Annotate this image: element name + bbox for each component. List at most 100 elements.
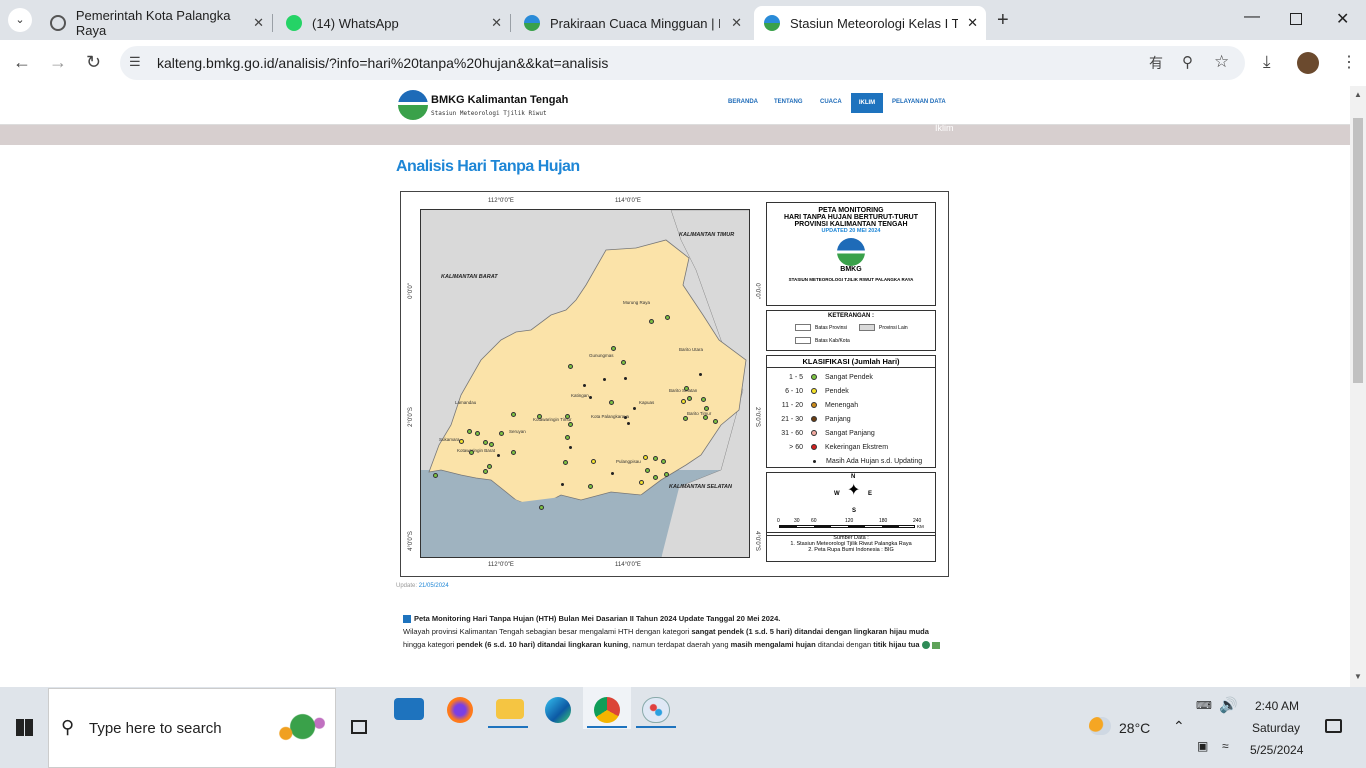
lat-label-2-left: 2°0'0"S [407,407,414,427]
page-scrollbar[interactable]: ▲ ▼ [1350,86,1366,687]
keterangan-box: KETERANGAN : Batas Provinsi Provinsi Lai… [766,310,936,351]
edge-app-icon[interactable] [545,697,571,723]
station-marker [701,397,706,402]
station-marker [588,484,593,489]
keterangan-title: KETERANGAN : [828,313,874,319]
sumber-box: Sumber Data : 1. Stasiun Meteorologi Tji… [766,532,936,562]
clock-day[interactable]: Saturday [1252,721,1300,735]
nav-pelayanan-data[interactable]: PELAYANAN DATA [892,99,946,105]
search-placeholder: Type here to search [89,720,222,737]
menu-icon[interactable]: ⋮ [1341,52,1357,72]
nav-iklim[interactable]: IKLIM [851,93,883,113]
site-header: BMKG Kalimantan Tengah Stasiun Meteorolo… [0,86,1350,125]
chrome-app-icon [594,697,620,723]
nav-tentang[interactable]: TENTANG [774,99,803,105]
minimize-button[interactable]: — [1244,8,1260,26]
map-image[interactable]: KALIMANTAN BARAT KALIMANTAN TIMUR KALIMA… [400,191,949,577]
station-marker [467,429,472,434]
zoom-icon[interactable]: ⚲ [1182,53,1193,71]
lat-label-0-left: 0°0'0" [407,283,414,299]
place-label: Lamandau [455,400,477,405]
close-icon[interactable]: ✕ [491,15,502,31]
klas-marker-icon [811,416,817,422]
tab-whatsapp[interactable]: (14) WhatsApp ✕ [276,6,511,40]
profile-avatar[interactable] [1297,52,1319,74]
globe-icon [50,15,66,31]
weather-icon[interactable] [1089,717,1111,735]
forward-icon[interactable]: → [49,52,67,73]
task-view-icon[interactable] [351,720,367,734]
tray-overflow-icon[interactable]: ⌃ [1173,718,1185,735]
place-label: Kotawaringin Barat [457,448,496,453]
tab-search-button[interactable]: ⌄ [8,8,32,32]
station-marker [499,431,504,436]
station-marker [687,396,692,401]
taskbar-search[interactable]: ⚲ Type here to search [48,688,336,768]
download-icon[interactable]: ⤓ [1263,52,1271,72]
window-close-button[interactable]: ✕ [1336,9,1349,29]
description-text: Peta Monitoring Hari Tanpa Hujan (HTH) B… [403,612,951,651]
klasifikasi-row: Masih Ada Hujan s.d. Updating [773,454,935,468]
new-tab-button[interactable]: + [997,9,1009,32]
label-kaltim: KALIMANTAN TIMUR [679,232,735,238]
nav-cuaca[interactable]: CUACA [820,99,842,105]
windows-start-icon[interactable] [16,719,33,736]
firefox-app-icon[interactable] [447,697,473,723]
tab-palangka[interactable]: Pemerintah Kota Palangka Raya ✕ [40,6,273,40]
station-marker [664,472,669,477]
station-marker [683,416,688,421]
place-label: Gunungmas [589,353,614,358]
klasifikasi-row: > 60 Kekeringan Ekstrem [773,440,935,454]
paint-app-icon[interactable] [642,697,670,723]
lat-label-0-right: 0°0'0" [753,283,760,299]
station-marker [483,469,488,474]
station-marker [433,473,438,478]
place-label: Murung Raya [623,300,651,305]
scale-label: 120 [845,518,854,524]
reload-icon[interactable]: ↻ [86,52,101,73]
klas-label: Masih Ada Hujan s.d. Updating [826,457,923,465]
nav-beranda[interactable]: BERANDA [728,99,758,105]
tab-stasiun[interactable]: Stasiun Meteorologi Kelas I Tjili ✕ [754,6,986,40]
klas-range: 6 - 10 [785,387,803,395]
klas-label: Sangat Panjang [825,429,875,437]
tab-prakiraan[interactable]: Prakiraan Cuaca Mingguan | BM ✕ [514,6,750,40]
station-marker [609,400,614,405]
station-marker [487,464,492,469]
volume-icon[interactable]: 🔊 [1219,696,1238,714]
close-icon[interactable]: ✕ [253,15,264,31]
site-info-icon[interactable]: ☰ [129,54,141,70]
site-logo-title[interactable]: BMKG Kalimantan Tengah [431,94,568,106]
close-icon[interactable]: ✕ [731,15,742,31]
scale-label: 60 [811,518,817,524]
translate-icon[interactable]: 有 [1149,53,1163,73]
place-label: Sukamara [439,437,460,442]
back-icon[interactable]: ← [13,52,31,73]
restore-button[interactable] [1290,13,1302,25]
meet-icon[interactable]: ▣ [1197,739,1208,753]
klas-range: 1 - 5 [788,373,803,381]
notification-icon[interactable] [1325,719,1342,733]
wifi-icon[interactable]: ≈ [1222,739,1229,753]
bmkg-logo-icon [398,90,428,120]
klas-label: Panjang [825,415,851,423]
mail-app-icon[interactable] [394,698,424,720]
station-dot-rain [583,384,586,387]
scroll-up-icon[interactable]: ▲ [1354,90,1362,99]
bookmark-star-icon[interactable]: ☆ [1214,52,1229,72]
clock-time[interactable]: 2:40 AM [1255,699,1299,713]
clock-date[interactable]: 5/25/2024 [1250,743,1303,757]
station-dot-rain [603,378,606,381]
ket-batas-provinsi: Batas Provinsi [815,325,847,331]
description-body: Wilayah provinsi Kalimantan Tengah sebag… [403,625,951,651]
chrome-app-button[interactable] [583,687,631,729]
input-method-icon[interactable]: ⌨ [1196,699,1212,712]
address-bar[interactable]: ☰ kalteng.bmkg.go.id/analisis/?info=hari… [120,46,1245,80]
weather-temp[interactable]: 28°C [1119,720,1150,736]
scroll-thumb[interactable] [1353,118,1363,383]
taskbar: ⚲ Type here to search 28°C ⌃ ⌨ 🔊 ▣ ≈ 2:4… [0,687,1366,768]
file-explorer-app-icon[interactable] [496,699,524,719]
close-icon[interactable]: ✕ [967,15,978,31]
scroll-down-icon[interactable]: ▼ [1354,672,1362,681]
station-dot-rain [699,373,702,376]
